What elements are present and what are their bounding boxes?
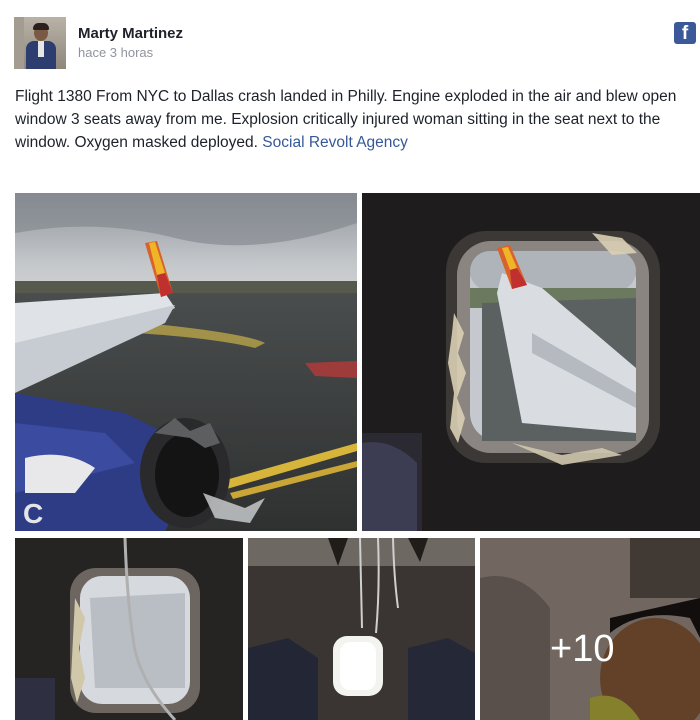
avatar-hair	[33, 23, 49, 30]
facebook-icon[interactable]: f	[674, 22, 696, 44]
avatar-background	[14, 17, 24, 69]
post-body: Flight 1380 From NYC to Dallas crash lan…	[15, 85, 695, 154]
engine-photo-graphic: C	[15, 193, 357, 531]
post-header: Marty Martinez hace 3 horas f	[0, 0, 700, 80]
oxygen-window-graphic	[15, 538, 243, 720]
social-revolt-agency-link[interactable]: Social Revolt Agency	[262, 134, 408, 151]
photo-broken-window-wing[interactable]	[362, 193, 700, 531]
photo-window-oxygen-mask[interactable]	[15, 538, 243, 720]
photo-cabin-masks[interactable]	[248, 538, 475, 720]
author-avatar[interactable]	[14, 17, 66, 69]
post-timestamp[interactable]: hace 3 horas	[78, 45, 153, 60]
window-photo-graphic	[362, 193, 700, 531]
author-name[interactable]: Marty Martinez	[78, 25, 183, 42]
photo-engine-damage[interactable]: C	[15, 193, 357, 531]
avatar-shirt	[38, 41, 44, 57]
more-photos-count[interactable]: +10	[550, 628, 614, 671]
photo-more[interactable]: +10	[480, 538, 700, 720]
fuselage-lettering: C	[23, 498, 43, 529]
cabin-graphic	[248, 538, 475, 720]
